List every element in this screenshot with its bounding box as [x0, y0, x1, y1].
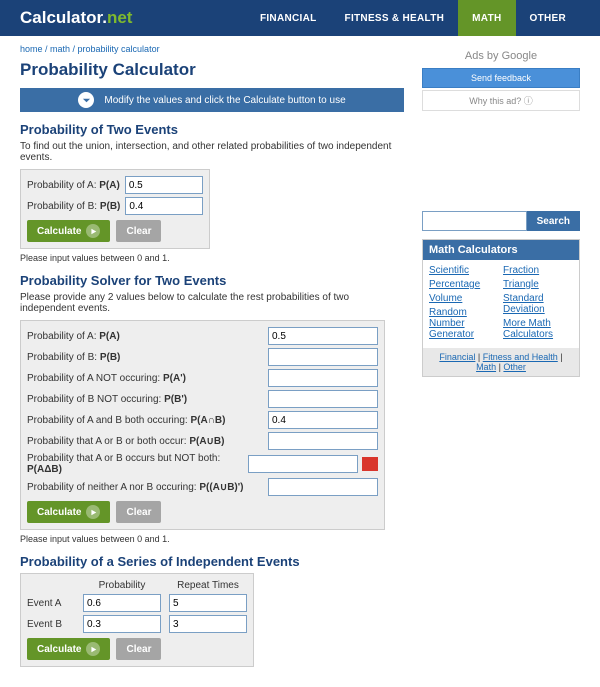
search-button[interactable]: Search — [527, 211, 580, 231]
solver-input-4[interactable] — [268, 411, 378, 429]
solver-label-0: Probability of A: P(A) — [27, 331, 263, 342]
section3-form: Probability Repeat Times Event A Event B… — [20, 573, 254, 667]
play-icon — [86, 224, 100, 238]
input-event-b-rep[interactable] — [169, 615, 247, 633]
link-triangle[interactable]: Triangle — [503, 279, 573, 290]
instruction-banner: Modify the values and click the Calculat… — [20, 88, 404, 112]
input-pb[interactable] — [125, 197, 203, 215]
section2-form: Probability of A: P(A) Probability of B: … — [20, 320, 385, 530]
solver-label-6: Probability that A or B occurs but NOT b… — [27, 453, 243, 475]
label-pa: Probability of A: P(A) — [27, 180, 120, 191]
chevron-down-icon — [78, 92, 94, 108]
col-probability: Probability — [83, 580, 161, 591]
solver-label-5: Probability that A or B or both occur: P… — [27, 436, 263, 447]
clear-button[interactable]: Clear — [116, 501, 161, 523]
solver-input-0[interactable] — [268, 327, 378, 345]
section3-title: Probability of a Series of Independent E… — [20, 554, 404, 569]
section1-desc: To find out the union, intersection, and… — [20, 141, 404, 163]
calculate-button[interactable]: Calculate — [27, 638, 110, 660]
solver-input-6[interactable] — [248, 455, 358, 473]
nav-financial[interactable]: FINANCIAL — [246, 0, 331, 36]
solver-input-7[interactable] — [268, 478, 378, 496]
calculate-button[interactable]: Calculate — [27, 220, 110, 242]
banner-text: Modify the values and click the Calculat… — [104, 95, 345, 106]
input-event-a-prob[interactable] — [83, 594, 161, 612]
breadcrumb[interactable]: home / math / probability calculator — [20, 44, 404, 54]
footer-fitness[interactable]: Fitness and Health — [483, 352, 558, 362]
solver-label-4: Probability of A and B both occuring: P(… — [27, 415, 263, 426]
solver-input-2[interactable] — [268, 369, 378, 387]
calculate-button[interactable]: Calculate — [27, 501, 110, 523]
section2-desc: Please provide any 2 values below to cal… — [20, 292, 404, 314]
search-input[interactable] — [422, 211, 527, 231]
send-feedback-button[interactable]: Send feedback — [422, 68, 580, 88]
footer-other[interactable]: Other — [503, 362, 526, 372]
solver-label-2: Probability of A NOT occuring: P(A') — [27, 373, 263, 384]
solver-input-1[interactable] — [268, 348, 378, 366]
link-fraction[interactable]: Fraction — [503, 265, 573, 276]
clear-button[interactable]: Clear — [116, 638, 161, 660]
nav-fitness[interactable]: FITNESS & HEALTH — [331, 0, 459, 36]
site-logo[interactable]: Calculator.net — [20, 8, 132, 28]
col-repeat: Repeat Times — [169, 580, 247, 591]
math-calculators-panel: Math Calculators Scientific Percentage V… — [422, 239, 580, 377]
section1-title: Probability of Two Events — [20, 122, 404, 137]
input-event-a-rep[interactable] — [169, 594, 247, 612]
why-this-ad-button[interactable]: Why this ad? ⓘ — [422, 90, 580, 111]
input-pa[interactable] — [125, 176, 203, 194]
link-percentage[interactable]: Percentage — [429, 279, 499, 290]
input-event-b-prob[interactable] — [83, 615, 161, 633]
side-footer: Financial | Fitness and Health | Math | … — [423, 348, 579, 376]
clear-button[interactable]: Clear — [116, 220, 161, 242]
label-event-a: Event A — [27, 598, 75, 609]
play-icon — [86, 505, 100, 519]
solver-input-5[interactable] — [268, 432, 378, 450]
footer-financial[interactable]: Financial — [439, 352, 475, 362]
page-title: Probability Calculator — [20, 60, 404, 80]
section2-note: Please input values between 0 and 1. — [20, 534, 404, 544]
section2-title: Probability Solver for Two Events — [20, 273, 404, 288]
link-random-number[interactable]: Random Number Generator — [429, 307, 499, 340]
play-icon — [86, 642, 100, 656]
top-header: Calculator.net FINANCIAL FITNESS & HEALT… — [0, 0, 600, 36]
venn-icon — [362, 457, 378, 471]
label-event-b: Event B — [27, 619, 75, 630]
side-panel-title: Math Calculators — [423, 240, 579, 260]
link-std-dev[interactable]: Standard Deviation — [503, 293, 573, 315]
main-nav: FINANCIAL FITNESS & HEALTH MATH OTHER — [246, 0, 580, 36]
nav-math[interactable]: MATH — [458, 0, 515, 36]
solver-label-3: Probability of B NOT occuring: P(B') — [27, 394, 263, 405]
solver-label-7: Probability of neither A nor B occuring:… — [27, 482, 263, 493]
link-more-math[interactable]: More Math Calculators — [503, 318, 573, 340]
section1-form: Probability of A: P(A) Probability of B:… — [20, 169, 210, 249]
label-pb: Probability of B: P(B) — [27, 201, 120, 212]
section1-note: Please input values between 0 and 1. — [20, 253, 404, 263]
solver-label-1: Probability of B: P(B) — [27, 352, 263, 363]
link-volume[interactable]: Volume — [429, 293, 499, 304]
solver-input-3[interactable] — [268, 390, 378, 408]
ads-label: Ads by Google — [422, 50, 580, 62]
link-scientific[interactable]: Scientific — [429, 265, 499, 276]
nav-other[interactable]: OTHER — [516, 0, 581, 36]
footer-math[interactable]: Math — [476, 362, 496, 372]
